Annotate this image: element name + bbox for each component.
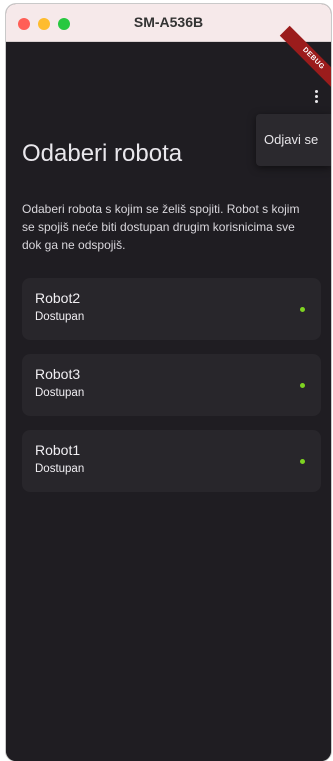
window-title: SM-A536B bbox=[133, 14, 204, 30]
robot-name: Robot3 bbox=[35, 366, 81, 382]
page-title: Odaberi robota bbox=[22, 140, 183, 167]
robot-card-robot3[interactable]: Robot3 Dostupan bbox=[22, 354, 321, 416]
robot-status: Dostupan bbox=[35, 311, 85, 323]
robot-list: Robot2 Dostupan Robot3 Dostupan Robot1 D… bbox=[22, 278, 321, 506]
status-indicator-icon bbox=[300, 307, 305, 312]
app-screen: DEBUG Odjavi se Odaberi robota Odaberi r… bbox=[6, 25, 331, 761]
robot-name: Robot2 bbox=[35, 290, 81, 306]
robot-card-robot2[interactable]: Robot2 Dostupan bbox=[22, 278, 321, 340]
robot-status: Dostupan bbox=[35, 387, 85, 399]
more-vert-icon[interactable] bbox=[311, 88, 321, 106]
overflow-menu: Odjavi se bbox=[256, 114, 331, 166]
robot-name: Robot1 bbox=[35, 442, 81, 458]
status-indicator-icon bbox=[300, 383, 305, 388]
logout-menu-item[interactable]: Odjavi se bbox=[256, 114, 331, 147]
status-indicator-icon bbox=[300, 459, 305, 464]
robot-card-robot1[interactable]: Robot1 Dostupan bbox=[22, 430, 321, 492]
app-window: SM-A536B DEBUG Odjavi se Odaberi robota … bbox=[6, 4, 331, 761]
robot-status: Dostupan bbox=[35, 463, 85, 475]
page-description: Odaberi robota s kojim se želiš spojiti.… bbox=[22, 202, 300, 252]
